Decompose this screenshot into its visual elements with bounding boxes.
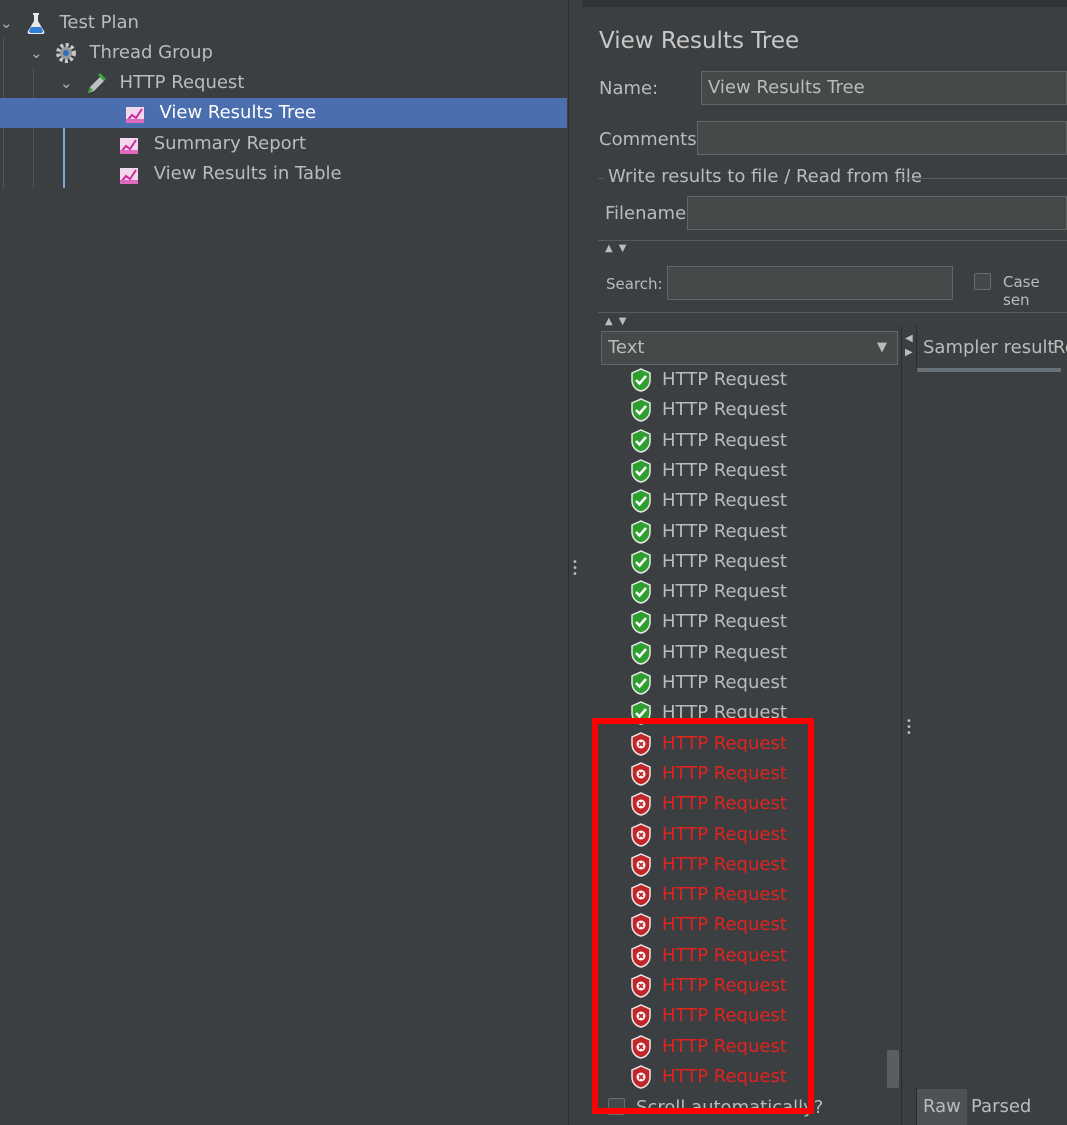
divider bbox=[598, 240, 1067, 241]
result-item-label: HTTP Request bbox=[662, 399, 787, 421]
chevron-down-icon: ▼ bbox=[877, 340, 887, 355]
divider bbox=[598, 312, 1067, 313]
results-splitter[interactable]: ◀ ▶ • • • bbox=[901, 326, 917, 1125]
result-item-success[interactable]: HTTP Request bbox=[630, 368, 787, 395]
success-shield-icon bbox=[630, 549, 652, 574]
result-item-label: HTTP Request bbox=[662, 369, 787, 390]
name-label: Name: bbox=[599, 78, 659, 99]
tree-item-label: Summary Report bbox=[153, 133, 307, 154]
tree-item-label: Thread Group bbox=[89, 42, 213, 63]
result-item-success[interactable]: HTTP Request bbox=[630, 486, 787, 516]
success-shield-icon bbox=[630, 398, 652, 423]
chart-icon bbox=[124, 101, 148, 125]
case-sensitive-checkbox[interactable] bbox=[974, 273, 991, 290]
result-item-success[interactable]: HTTP Request bbox=[630, 456, 787, 486]
gear-icon bbox=[54, 41, 78, 65]
comments-label: Comments: bbox=[599, 129, 703, 150]
drag-handle-icon[interactable]: • • • bbox=[571, 558, 579, 580]
result-item-success[interactable]: HTTP Request bbox=[630, 668, 787, 698]
tree-item-test-plan[interactable]: ⌄ Test Plan bbox=[0, 8, 139, 38]
tree-item-view-results-tree[interactable]: View Results Tree bbox=[0, 98, 567, 128]
test-plan-tree: ⌄ Test Plan ⌄ Thread Group ⌄ HTTP Reques… bbox=[0, 0, 568, 1125]
drag-handle-icon[interactable]: • • • bbox=[905, 717, 913, 739]
result-item-success[interactable]: HTTP Request bbox=[630, 426, 787, 456]
chevron-down-icon[interactable]: ⌄ bbox=[0, 8, 18, 38]
search-label: Search: bbox=[606, 275, 663, 293]
result-item-success[interactable]: HTTP Request bbox=[630, 517, 787, 547]
result-item-success[interactable]: HTTP Request bbox=[630, 607, 787, 637]
tab-request[interactable]: Re bbox=[1047, 328, 1067, 368]
collapse-arrows-icon[interactable]: ▲▼ bbox=[605, 316, 632, 327]
tree-item-http-request[interactable]: ⌄ HTTP Request bbox=[60, 68, 244, 98]
filename-field[interactable] bbox=[687, 196, 1067, 230]
result-item-label: HTTP Request bbox=[662, 581, 787, 603]
search-input[interactable] bbox=[667, 266, 953, 300]
comments-field[interactable] bbox=[697, 121, 1067, 155]
main-splitter[interactable]: • • • bbox=[568, 0, 582, 1125]
name-field[interactable]: View Results Tree bbox=[701, 71, 1067, 105]
case-sensitive-label: Case sen bbox=[1003, 273, 1040, 309]
result-item-label: HTTP Request bbox=[662, 641, 787, 663]
chevron-down-icon[interactable]: ⌄ bbox=[30, 38, 48, 68]
result-item-success[interactable]: HTTP Request bbox=[630, 395, 787, 425]
tree-guide bbox=[33, 68, 34, 188]
tab-sampler-result[interactable]: Sampler result bbox=[917, 328, 1061, 372]
result-item-label: HTTP Request bbox=[662, 490, 787, 512]
success-shield-icon bbox=[630, 489, 652, 513]
tree-item-label: Test Plan bbox=[59, 12, 139, 33]
renderer-select[interactable]: Text ▼ bbox=[601, 331, 898, 365]
success-shield-icon bbox=[630, 428, 652, 453]
pipette-icon bbox=[84, 71, 108, 95]
group-border bbox=[598, 178, 604, 179]
failed-requests-highlight bbox=[592, 718, 814, 1114]
tree-item-label: View Results in Table bbox=[153, 163, 342, 184]
result-item-success[interactable]: HTTP Request bbox=[630, 547, 787, 577]
success-shield-icon bbox=[630, 580, 652, 604]
result-item-success[interactable]: HTTP Request bbox=[630, 638, 787, 668]
success-shield-icon bbox=[630, 368, 652, 392]
result-item-label: HTTP Request bbox=[662, 520, 787, 542]
success-shield-icon bbox=[630, 640, 652, 665]
success-shield-icon bbox=[630, 671, 652, 695]
splitter-arrows-icon[interactable]: ◀ ▶ bbox=[905, 332, 913, 360]
chart-icon bbox=[118, 132, 142, 156]
chart-icon bbox=[118, 162, 142, 186]
result-item-label: HTTP Request bbox=[662, 672, 787, 693]
tree-item-summary-report[interactable]: Summary Report bbox=[118, 129, 306, 159]
tab-raw[interactable]: Raw bbox=[917, 1089, 967, 1125]
filename-label: Filename bbox=[605, 203, 687, 224]
tab-parsed[interactable]: Parsed bbox=[965, 1089, 1037, 1125]
tree-item-label: View Results Tree bbox=[159, 102, 317, 123]
tree-item-thread-group[interactable]: ⌄ Thread Group bbox=[30, 38, 213, 68]
chevron-down-icon[interactable]: ⌄ bbox=[60, 68, 78, 98]
result-item-label: HTTP Request bbox=[662, 611, 787, 633]
result-item-label: HTTP Request bbox=[662, 550, 787, 572]
sampler-result-pane bbox=[916, 372, 1067, 1088]
page-title: View Results Tree bbox=[599, 28, 800, 54]
result-item-label: HTTP Request bbox=[662, 429, 787, 451]
scrollbar-thumb[interactable] bbox=[887, 1050, 899, 1088]
renderer-select-value: Text bbox=[608, 337, 645, 358]
tree-item-label: HTTP Request bbox=[119, 72, 245, 93]
success-shield-icon bbox=[630, 610, 652, 635]
result-item-label: HTTP Request bbox=[662, 459, 787, 481]
result-item-success[interactable]: HTTP Request bbox=[630, 577, 787, 607]
collapse-arrows-icon[interactable]: ▲▼ bbox=[605, 243, 632, 254]
group-border bbox=[895, 178, 1067, 179]
tree-item-view-results-in-table[interactable]: View Results in Table bbox=[118, 159, 342, 189]
flask-icon bbox=[24, 11, 48, 35]
success-shield-icon bbox=[630, 519, 652, 544]
file-group-label: Write results to file / Read from file bbox=[608, 166, 922, 187]
success-shield-icon bbox=[630, 459, 652, 483]
